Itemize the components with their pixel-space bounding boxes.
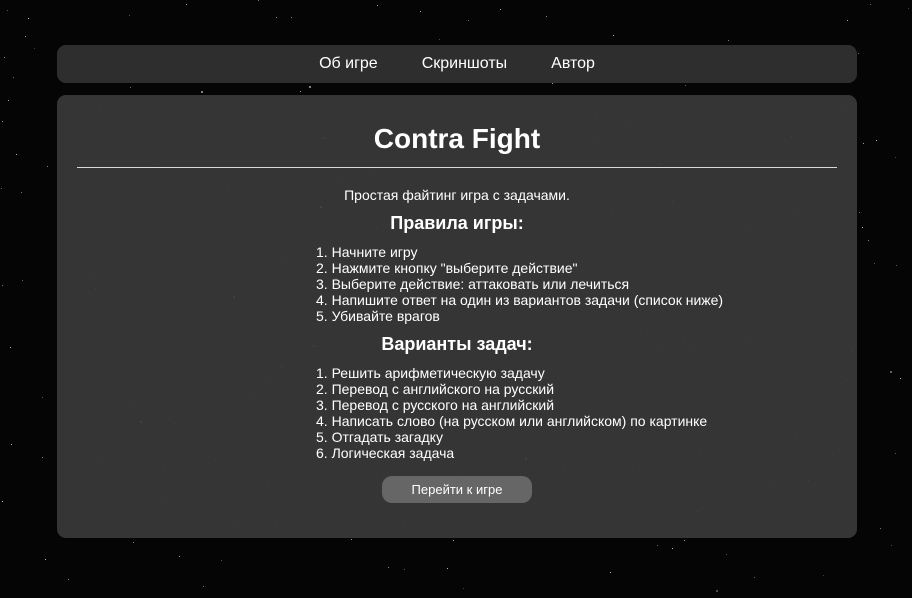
tasks-list: Решить арифметическую задачу Перевод с а… bbox=[316, 365, 708, 461]
star bbox=[10, 347, 11, 348]
star bbox=[823, 575, 824, 576]
star bbox=[2, 285, 3, 286]
star bbox=[388, 567, 389, 568]
star bbox=[896, 265, 897, 266]
star bbox=[291, 17, 292, 18]
star bbox=[22, 280, 23, 281]
star bbox=[276, 17, 277, 18]
star bbox=[891, 545, 892, 546]
nav-link-author[interactable]: Автор bbox=[551, 55, 595, 73]
star bbox=[726, 554, 727, 555]
star bbox=[221, 560, 222, 561]
list-item: Перевод с английского на русский bbox=[316, 381, 707, 397]
star bbox=[463, 588, 464, 589]
star bbox=[863, 143, 864, 144]
rules-heading: Правила игры: bbox=[390, 213, 524, 233]
star bbox=[895, 157, 896, 158]
star bbox=[876, 140, 877, 141]
star bbox=[11, 444, 12, 445]
star bbox=[42, 457, 43, 458]
star bbox=[258, 0, 259, 1]
star bbox=[34, 48, 35, 49]
star bbox=[21, 192, 22, 193]
star bbox=[420, 11, 421, 12]
star bbox=[300, 91, 301, 92]
list-item: Нажмите кнопку "выберите действие" bbox=[316, 260, 723, 276]
star bbox=[45, 559, 46, 560]
list-item: Отгадать загадку bbox=[316, 429, 707, 445]
star bbox=[500, 9, 501, 10]
star bbox=[672, 548, 673, 549]
star bbox=[908, 8, 909, 9]
star bbox=[716, 590, 718, 592]
tasks-heading: Варианты задач: bbox=[381, 334, 533, 354]
star bbox=[862, 227, 863, 228]
rules-list: Начните игру Нажмите кнопку "выберите де… bbox=[316, 244, 724, 324]
star bbox=[447, 568, 448, 569]
star bbox=[309, 86, 311, 88]
star bbox=[129, 15, 130, 16]
star bbox=[439, 39, 440, 40]
star bbox=[754, 577, 755, 578]
star bbox=[468, 20, 469, 21]
star bbox=[453, 540, 454, 541]
star bbox=[2, 121, 3, 122]
star bbox=[404, 569, 405, 570]
star bbox=[728, 40, 729, 41]
page-title: Contra Fight bbox=[373, 123, 541, 154]
star bbox=[4, 57, 5, 58]
star bbox=[47, 166, 48, 167]
star bbox=[684, 540, 685, 541]
title-divider bbox=[77, 167, 837, 168]
star bbox=[203, 586, 204, 587]
star bbox=[880, 528, 881, 529]
star bbox=[179, 556, 180, 557]
star bbox=[7, 10, 8, 11]
star bbox=[2, 501, 3, 502]
star bbox=[8, 100, 9, 101]
star bbox=[201, 91, 203, 93]
star bbox=[685, 85, 686, 86]
nav-link-about[interactable]: Об игре bbox=[319, 55, 378, 73]
list-item: Убивайте врагов bbox=[316, 308, 723, 324]
list-item: Перевод с русского на английский bbox=[316, 397, 707, 413]
list-item: Логическая задача bbox=[316, 445, 707, 461]
star bbox=[133, 542, 134, 543]
star bbox=[859, 212, 860, 213]
star bbox=[28, 18, 29, 19]
list-item: Начните игру bbox=[316, 244, 723, 260]
star bbox=[552, 83, 553, 84]
content-panel: Contra Fight Простая файтинг игра с зада… bbox=[57, 95, 857, 538]
star bbox=[874, 263, 875, 264]
tagline: Простая файтинг игра с задачами. bbox=[344, 187, 570, 203]
star bbox=[42, 397, 43, 398]
star bbox=[870, 4, 871, 5]
star bbox=[546, 16, 547, 17]
list-item: Напишите ответ на один из вариантов зада… bbox=[316, 292, 724, 308]
star bbox=[900, 378, 901, 379]
play-game-button[interactable]: Перейти к игре bbox=[382, 476, 532, 503]
list-item: Написать слово (на русском или английско… bbox=[316, 413, 708, 429]
star bbox=[847, 20, 848, 21]
star bbox=[130, 87, 131, 88]
star bbox=[1, 188, 2, 189]
list-item: Выберите действие: аттаковать или лечить… bbox=[316, 276, 723, 292]
star bbox=[16, 154, 17, 155]
top-navigation: Об игре Скриншоты Автор bbox=[57, 45, 857, 83]
list-item: Решить арифметическую задачу bbox=[316, 365, 707, 381]
star bbox=[25, 36, 26, 37]
star bbox=[890, 371, 892, 373]
star bbox=[657, 545, 658, 546]
star bbox=[377, 5, 378, 6]
star bbox=[13, 77, 14, 78]
nav-link-screenshots[interactable]: Скриншоты bbox=[422, 55, 507, 73]
star bbox=[895, 453, 896, 454]
star bbox=[186, 4, 187, 5]
star bbox=[610, 572, 611, 573]
star bbox=[613, 35, 614, 36]
star bbox=[351, 539, 352, 540]
star bbox=[868, 240, 869, 241]
star bbox=[858, 53, 859, 54]
star bbox=[68, 579, 69, 580]
